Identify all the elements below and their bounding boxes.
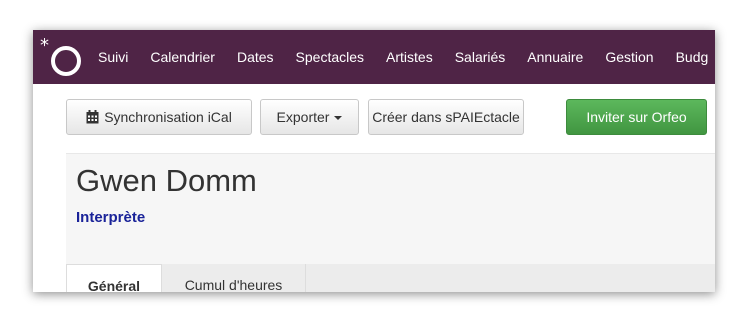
invite-orfeo-button[interactable]: Inviter sur Orfeo [566,99,707,135]
nav-item-calendrier[interactable]: Calendrier [150,30,215,84]
ical-sync-label: Synchronisation iCal [104,109,232,125]
person-name: Gwen Domm [76,163,257,198]
profile-panel: Gwen Domm Interprète Général Cumul d'heu… [66,153,715,292]
tab-general[interactable]: Général [66,264,162,292]
caret-down-icon [334,116,343,120]
svg-text:*: * [40,35,49,56]
nav-item-gestion[interactable]: Gestion [605,30,653,84]
nav-item-salaries[interactable]: Salariés [455,30,506,84]
profile-tabs: Général Cumul d'heures [66,264,715,292]
nav-item-spectacles[interactable]: Spectacles [296,30,364,84]
tab-cumul-heures[interactable]: Cumul d'heures [162,264,306,292]
create-spaiectacle-button[interactable]: Créer dans sPAIEctacle [368,99,524,135]
nav-menu: Suivi Calendrier Dates Spectacles Artistes Sa… [98,30,715,84]
person-role[interactable]: Interprète [76,209,145,226]
nav-item-dates[interactable]: Dates [237,30,274,84]
nav-item-suivi[interactable]: Suivi [98,30,128,84]
nav-item-annuaire[interactable]: Annuaire [527,30,583,84]
create-spaiectacle-label: Créer dans sPAIEctacle [372,109,520,125]
ical-sync-button[interactable]: Synchronisation iCal [66,99,252,135]
nav-item-budget[interactable]: Budg [676,30,709,84]
calendar-icon [86,110,99,124]
export-label: Exporter [276,109,330,125]
app-window: * Suivi Calendrier Dates Spectacles Artistes… [33,30,715,292]
orfeo-logo[interactable]: * [35,34,85,80]
invite-orfeo-label: Inviter sur Orfeo [586,109,687,125]
export-dropdown-button[interactable]: Exporter [260,99,359,135]
top-navbar: * Suivi Calendrier Dates Spectacles Artistes… [33,30,715,84]
nav-item-artistes[interactable]: Artistes [386,30,433,84]
